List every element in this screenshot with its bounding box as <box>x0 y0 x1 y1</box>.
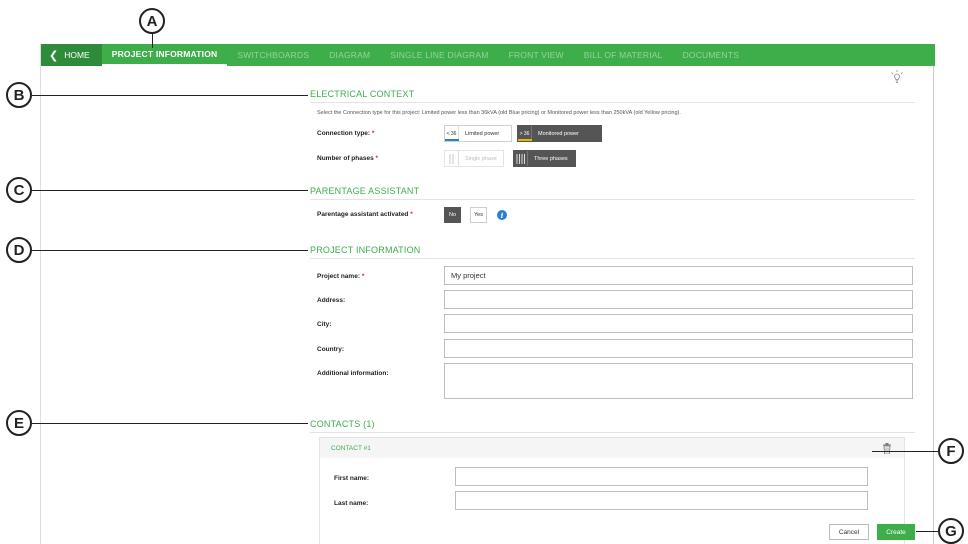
parentage-assistant-title: PARENTAGE ASSISTANT <box>310 186 420 196</box>
contact-card-title: CONTACT #1 <box>331 445 371 452</box>
connection-description: Select the Connection type for this proj… <box>317 110 681 116</box>
cancel-button[interactable]: Cancel <box>829 524 869 540</box>
monitored-power-option[interactable]: > 36 Monitored power <box>517 125 602 142</box>
contacts-divider <box>310 432 915 433</box>
contacts-title: CONTACTS (1) <box>310 419 375 429</box>
trash-icon[interactable] <box>882 443 892 454</box>
callout-f-line <box>872 451 938 452</box>
three-phase-icon <box>514 151 528 166</box>
first-name-label: First name: <box>334 475 370 482</box>
electrical-context-title: ELECTRICAL CONTEXT <box>310 89 415 99</box>
single-phase-icon <box>445 151 459 166</box>
callout-d: D <box>6 237 32 263</box>
contact-card: CONTACT #1 First name: Last name: <box>319 437 905 544</box>
parentage-no-button[interactable]: No <box>444 207 461 223</box>
callout-f: F <box>938 438 964 464</box>
tab-front-view[interactable]: FRONT VIEW <box>499 44 574 66</box>
callout-a-line <box>152 34 153 48</box>
top-navbar: ❮ HOME PROJECT INFORMATION SWITCHBOARDS … <box>41 44 935 66</box>
project-name-label: Project name: * <box>317 273 365 280</box>
tab-documents[interactable]: DOCUMENTS <box>673 44 750 66</box>
limited-power-label: Limited power <box>465 130 500 137</box>
tab-project-information[interactable]: PROJECT INFORMATION <box>101 44 228 66</box>
three-phases-option[interactable]: Three phases <box>513 150 576 167</box>
tab-diagram[interactable]: DIAGRAM <box>319 44 380 66</box>
info-icon[interactable]: i <box>497 210 507 220</box>
project-information-title: PROJECT INFORMATION <box>310 245 421 255</box>
parentage-activated-label: Parentage assistant activated * <box>317 211 413 218</box>
tab-switchboards[interactable]: SWITCHBOARDS <box>227 44 319 66</box>
country-input[interactable] <box>444 339 913 358</box>
callout-e-line <box>32 423 308 424</box>
callout-d-line <box>32 250 308 251</box>
limited-power-option[interactable]: < 36 Limited power <box>444 125 512 142</box>
connection-type-label: Connection type: * <box>317 130 375 137</box>
country-label: Country: <box>317 346 345 353</box>
single-phase-label: Single phase <box>465 155 497 162</box>
home-label: HOME <box>64 50 90 60</box>
electrical-context-divider <box>310 102 915 103</box>
project-name-input[interactable]: My project <box>444 266 913 285</box>
city-input[interactable] <box>444 314 913 333</box>
chevron-left-icon: ❮ <box>49 49 59 62</box>
callout-b-line <box>32 95 308 96</box>
single-phase-option[interactable]: Single phase <box>444 150 504 167</box>
three-phases-label: Three phases <box>534 155 568 162</box>
callout-a: A <box>139 8 165 34</box>
additional-information-label: Additional information: <box>317 370 389 377</box>
last-name-input[interactable] <box>455 491 868 510</box>
first-name-input[interactable] <box>455 467 868 486</box>
callout-b: B <box>6 82 32 108</box>
additional-information-input[interactable] <box>444 363 913 399</box>
lightbulb-icon[interactable] <box>890 70 904 84</box>
callout-g: G <box>938 518 964 544</box>
number-of-phases-label: Number of phases * <box>317 155 379 162</box>
tab-single-line-diagram[interactable]: SINGLE LINE DIAGRAM <box>380 44 498 66</box>
callout-c-line <box>32 190 308 191</box>
create-button[interactable]: Create <box>877 524 915 540</box>
project-information-divider <box>310 258 915 259</box>
city-label: City: <box>317 321 332 328</box>
limited-power-color-bar <box>445 139 459 141</box>
parentage-divider <box>310 199 915 200</box>
monitored-power-label: Monitored power <box>538 130 579 137</box>
last-name-label: Last name: <box>334 500 369 507</box>
parentage-yes-button[interactable]: Yes <box>470 207 487 223</box>
callout-e: E <box>6 410 32 436</box>
address-input[interactable] <box>444 290 913 309</box>
app-window: ❮ HOME PROJECT INFORMATION SWITCHBOARDS … <box>40 44 935 544</box>
monitored-power-color-bar <box>518 139 532 141</box>
tab-bill-of-material[interactable]: BILL OF MATERIAL <box>574 44 673 66</box>
callout-g-line <box>916 531 938 532</box>
home-button[interactable]: ❮ HOME <box>41 44 102 66</box>
callout-c: C <box>6 177 32 203</box>
contact-card-header <box>320 438 904 458</box>
address-label: Address: <box>317 297 346 304</box>
